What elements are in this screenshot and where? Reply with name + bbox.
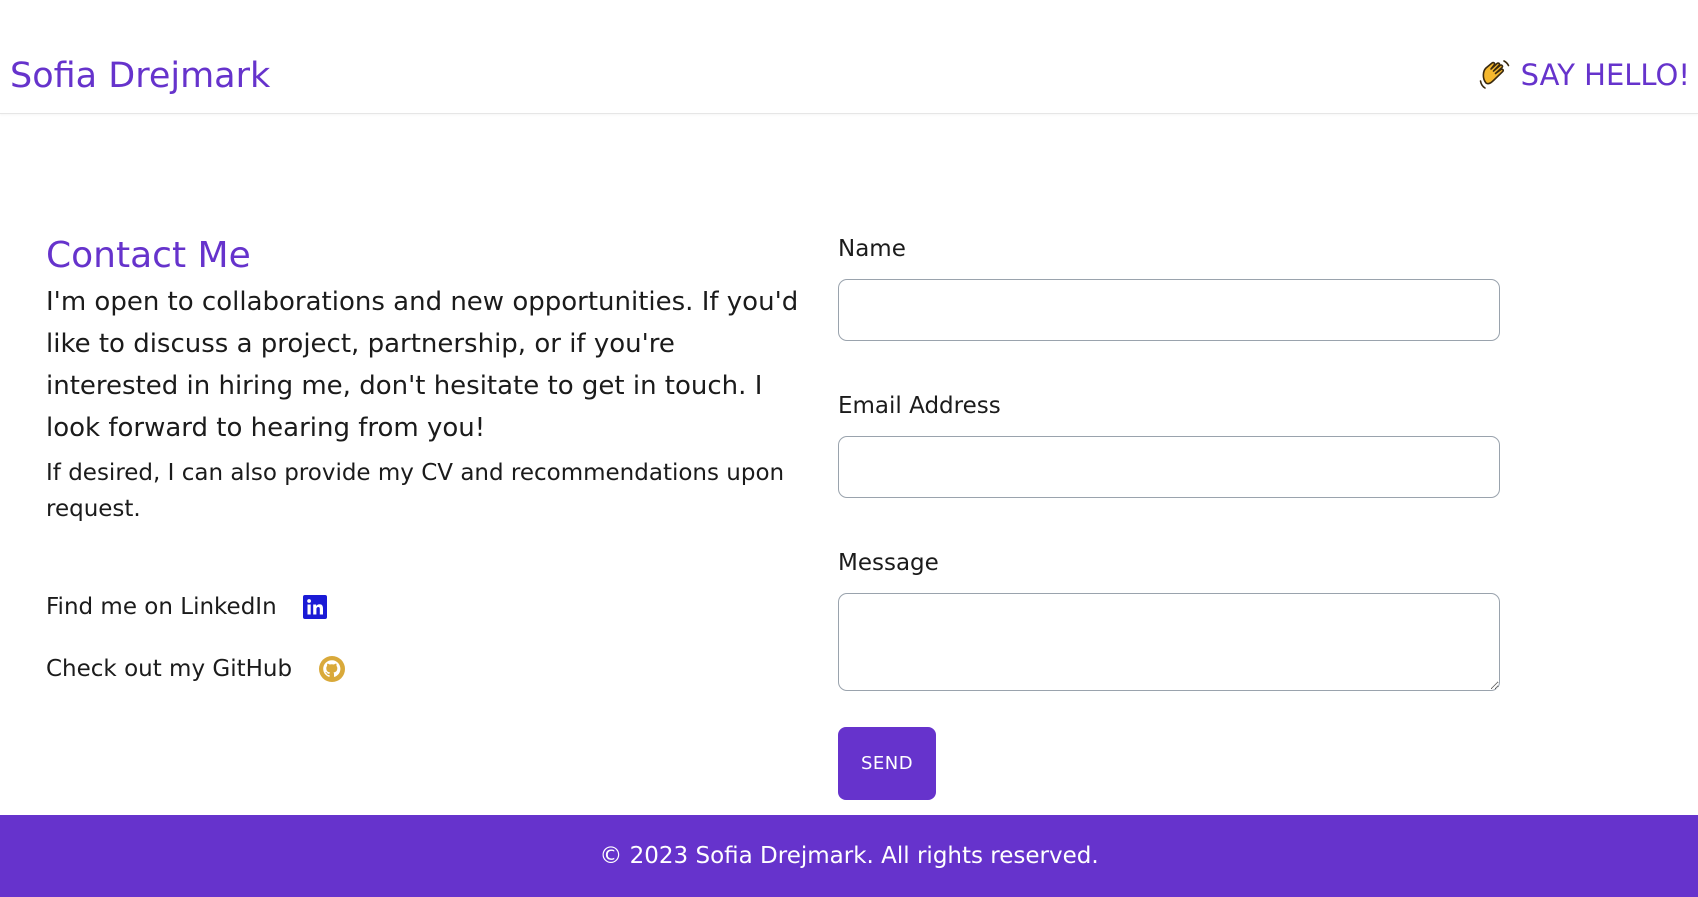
contact-form: Name Email Address Message SEND: [838, 232, 1500, 800]
waving-hand-icon: [1477, 57, 1513, 93]
contact-intro: I'm open to collaborations and new oppor…: [46, 287, 799, 443]
brand-link[interactable]: Sofia Drejmark: [10, 56, 270, 96]
name-label: Name: [838, 236, 906, 262]
github-label: Check out my GitHub: [46, 656, 293, 682]
github-icon[interactable]: [318, 655, 346, 683]
contact-title: Contact Me: [46, 235, 251, 276]
contact-section: Contact Me I'm open to collaborations an…: [46, 233, 806, 527]
site-header: Sofia Drejmark SAY HELLO!: [0, 0, 1698, 114]
cv-note: If desired, I can also provide my CV and…: [46, 460, 785, 522]
message-label: Message: [838, 550, 939, 576]
say-hello-label: SAY HELLO!: [1520, 58, 1690, 92]
footer-copyright: © 2023 Sofia Drejmark. All rights reserv…: [599, 843, 1099, 869]
email-group: Email Address: [838, 389, 1500, 498]
name-group: Name: [838, 232, 1500, 341]
github-link[interactable]: Check out my GitHub: [46, 655, 346, 683]
email-input[interactable]: [838, 436, 1500, 498]
linkedin-icon[interactable]: [302, 595, 327, 619]
page: Sofia Drejmark SAY HELLO! Contact Me I'm…: [0, 0, 1698, 897]
message-group: Message: [838, 546, 1500, 691]
say-hello-link[interactable]: SAY HELLO!: [1477, 57, 1690, 93]
email-label: Email Address: [838, 393, 1001, 419]
site-footer: © 2023 Sofia Drejmark. All rights reserv…: [0, 815, 1698, 897]
linkedin-label: Find me on LinkedIn: [46, 594, 277, 620]
name-input[interactable]: [838, 279, 1500, 341]
message-input[interactable]: [838, 593, 1500, 691]
send-button[interactable]: SEND: [838, 727, 936, 800]
linkedin-link[interactable]: Find me on LinkedIn: [46, 594, 327, 620]
